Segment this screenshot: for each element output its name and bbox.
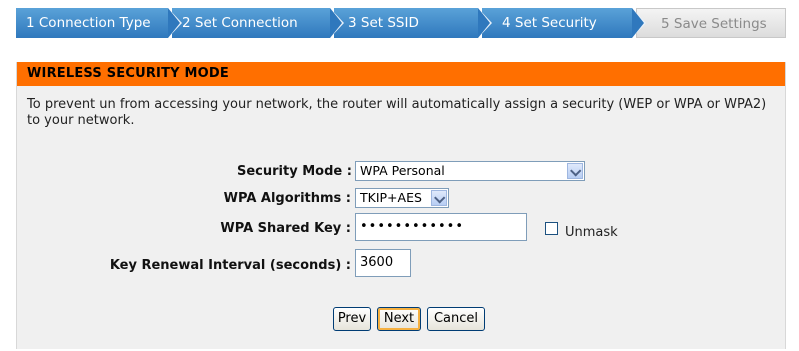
step-label: 1 Connection Type [26,15,151,31]
key-renewal-label: Key Renewal Interval (seconds) : [109,258,351,273]
security-mode-select[interactable]: WPA Personal [355,161,585,181]
step-set-ssid: 3 Set SSID [334,8,492,38]
step-label: 2 Set Connection [182,15,298,31]
step-set-security: 4 Set Security [482,8,646,38]
wpa-algorithms-select[interactable]: TKIP+AES [355,188,449,208]
chevron-down-icon[interactable] [567,163,583,179]
step-set-connection: 2 Set Connection [172,8,344,38]
step-connection-type: 1 Connection Type [16,8,182,38]
unmask-checkbox[interactable] [545,222,558,235]
step-save-settings: 5 Save Settings [636,8,786,38]
wizard-steps: 1 Connection Type 2 Set Connection 3 Set… [16,8,786,38]
security-panel: WIRELESS SECURITY MODE To prevent un fro… [16,62,786,349]
wpa-algorithms-value: TKIP+AES [360,190,422,205]
panel-description: To prevent un from accessing your networ… [27,97,767,128]
wpa-algorithms-label: WPA Algorithms : [223,191,351,206]
prev-button[interactable]: Prev [333,307,371,331]
key-renewal-input[interactable]: 3600 [355,249,411,277]
step-label: 3 Set SSID [348,15,419,31]
wpa-shared-key-input[interactable]: •••••••••••• [355,213,527,241]
panel-title: WIRELESS SECURITY MODE [17,62,785,86]
wpa-shared-key-label: WPA Shared Key : [220,221,351,236]
security-mode-label: Security Mode : [237,164,352,179]
chevron-down-icon[interactable] [431,190,447,206]
unmask-label: Unmask [565,225,618,240]
security-mode-value: WPA Personal [360,163,445,178]
cancel-button[interactable]: Cancel [427,307,485,331]
step-label: 4 Set Security [502,15,597,31]
step-label: 5 Save Settings [661,16,767,32]
next-button[interactable]: Next [377,307,421,331]
